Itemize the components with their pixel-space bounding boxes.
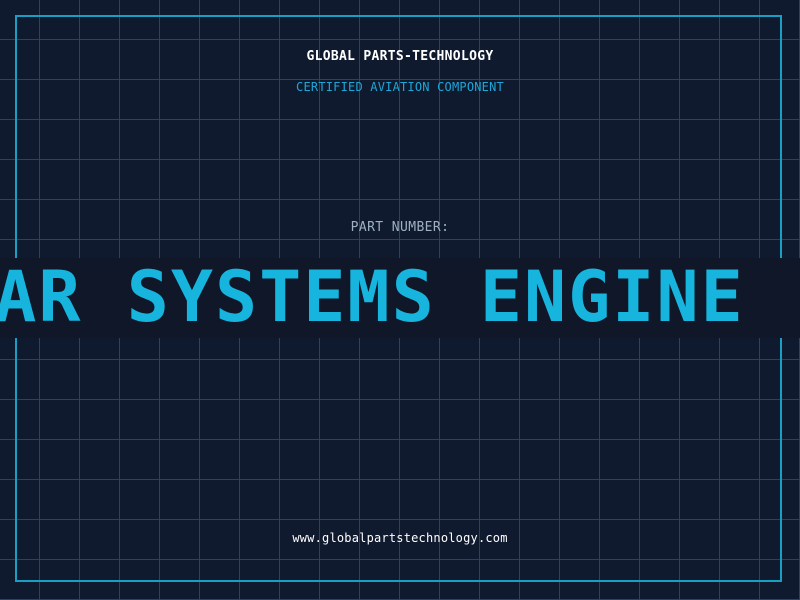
part-number-banner: ADAR SYSTEMS ENGINE xyxy=(0,258,800,338)
certificate-page: GLOBAL PARTS-TECHNOLOGY CERTIFIED AVIATI… xyxy=(0,0,800,600)
website-link[interactable]: www.globalpartstechnology.com xyxy=(0,531,800,545)
brand-title: GLOBAL PARTS-TECHNOLOGY xyxy=(306,49,494,64)
brand-subtitle: CERTIFIED AVIATION COMPONENT xyxy=(296,80,504,94)
part-number-label: PART NUMBER: xyxy=(350,220,450,235)
part-number-value: ADAR SYSTEMS ENGINE xyxy=(0,258,745,338)
